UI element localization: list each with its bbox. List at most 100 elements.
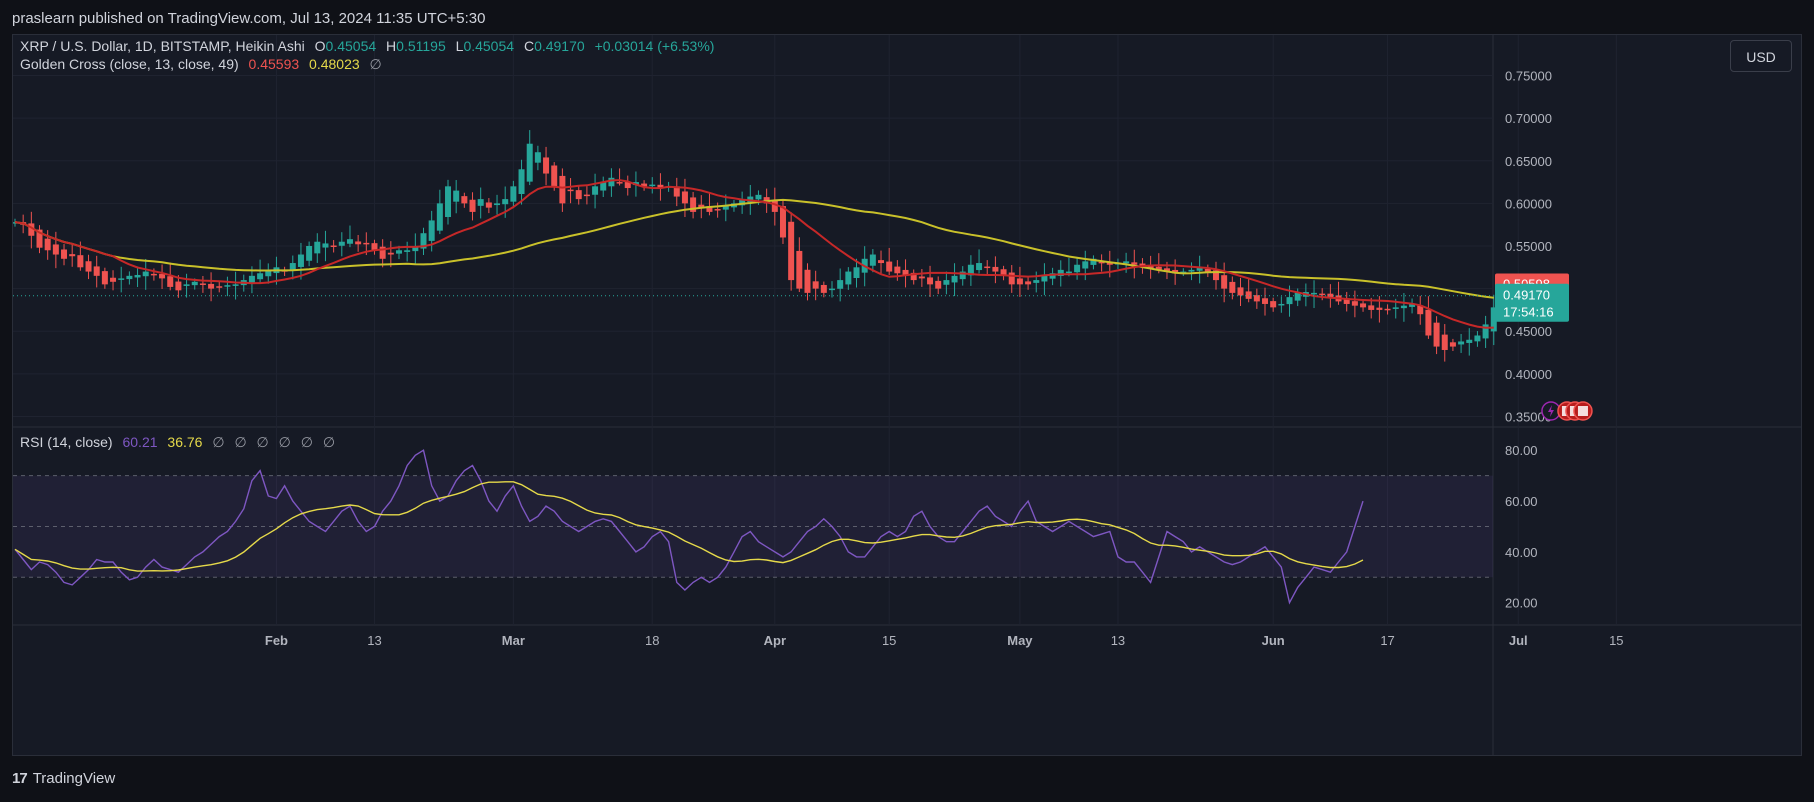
current-price-badge: 0.49170 [1503,288,1550,303]
symbol-legend: XRP / U.S. Dollar, 1D, BITSTAMP, Heikin … [20,38,720,54]
candle-body [951,275,958,283]
candle-body [837,280,844,289]
indicator-settings-icon[interactable]: ∅ [370,56,382,72]
chart-frame[interactable]: 0.350000.400000.450000.500000.550000.600… [12,34,1802,756]
candle-body [248,275,255,283]
countdown-badge: 17:54:16 [1503,305,1554,320]
candle-body [518,169,525,195]
candle-body [167,276,174,287]
candle-body [714,209,721,211]
rsi-option-icon[interactable]: ∅ [323,434,335,450]
candle-body [355,241,362,245]
time-tick-label: Jun [1262,633,1285,648]
candle-body [543,157,550,174]
candle-body [1400,305,1407,309]
candle-body [126,275,133,280]
candle-body [477,199,484,206]
candle-body [404,250,411,252]
candle-body [297,254,304,267]
rsi-legend[interactable]: RSI (14, close) 60.21 36.76 ∅ ∅ ∅ ∅ ∅ ∅ [20,434,341,451]
brand-name: TradingView [32,770,116,787]
rsi-option-icon[interactable]: ∅ [301,434,313,450]
rsi-tick-label: 20.00 [1505,596,1538,611]
candle-body [52,244,59,255]
time-tick-label: Mar [502,633,525,648]
candle-body [1433,322,1440,347]
candle-body [1245,291,1252,299]
candle-body [1082,261,1089,269]
candle-body [216,286,223,288]
candle-body [191,281,198,286]
time-tick-label: May [1007,633,1033,648]
candle-body [208,283,215,289]
candle-body [1025,281,1032,285]
candle-body [183,284,190,286]
candle-body [886,261,893,272]
candle-body [494,203,501,206]
candle-body [616,182,623,184]
candle-body [927,277,934,285]
candle-body [1458,341,1465,345]
candle-body [592,186,599,195]
candle-body [232,284,239,286]
time-tick-label: Feb [265,633,288,648]
rsi-tick-label: 80.00 [1505,443,1538,458]
currency-button[interactable]: USD [1730,40,1792,72]
candle-body [159,274,166,279]
candle-body [322,243,329,248]
tradingview-logo-icon: 17 [12,770,28,787]
time-tick-label: Jul [1509,633,1528,648]
candle-body [1229,281,1236,293]
candle-body [346,239,353,244]
price-tick-label: 0.40000 [1505,367,1552,382]
candle-body [845,271,852,285]
candle-body [1188,269,1195,272]
candle-body [567,189,574,192]
candle-body [257,273,264,280]
candle-body [453,190,460,202]
candle-body [1368,305,1375,310]
candle-body [110,277,117,282]
price-tick-label: 0.65000 [1505,154,1552,169]
candle-body [976,263,983,271]
ohlc-low: L0.45054 [455,38,515,54]
time-tick-label: 15 [882,633,896,648]
candle-body [1074,264,1081,273]
candle-body [134,274,141,278]
price-tick-label: 0.70000 [1505,111,1552,126]
candle-body [1294,292,1301,301]
candle-body [77,255,84,268]
candle-body [796,250,803,289]
candle-body [1221,275,1228,289]
rsi-tick-label: 60.00 [1505,494,1538,509]
candle-body [1253,295,1260,302]
ma-fast-value: 0.45593 [248,56,300,72]
price-chart[interactable]: 0.350000.400000.450000.500000.550000.600… [13,35,1801,755]
time-tick-label: 15 [1609,633,1623,648]
indicator-legend[interactable]: Golden Cross (close, 13, close, 49) 0.45… [20,56,388,73]
candle-body [1392,307,1399,309]
candle-body [306,246,313,261]
candle-body [142,271,149,277]
candle-body [1376,307,1383,310]
footer-brand[interactable]: 17 TradingView [12,770,115,787]
candle-body [1278,303,1285,306]
rsi-option-icon[interactable]: ∅ [234,434,246,450]
candle-body [894,266,901,274]
candle-body [559,175,566,204]
candle-body [118,278,125,280]
candle-body [338,241,345,246]
candle-body [1033,280,1040,283]
price-tick-label: 0.45000 [1505,324,1552,339]
candle-body [681,191,688,204]
rsi-option-icon[interactable]: ∅ [257,434,269,450]
candle-body [85,261,92,272]
candle-body [101,271,108,285]
candle-body [445,186,452,218]
rsi-option-icon[interactable]: ∅ [212,434,224,450]
rsi-option-icon[interactable]: ∅ [279,434,291,450]
candle-body [755,194,762,200]
rsi-value: 60.21 [122,434,158,450]
candle-body [1123,261,1130,264]
candle-body [69,254,76,257]
